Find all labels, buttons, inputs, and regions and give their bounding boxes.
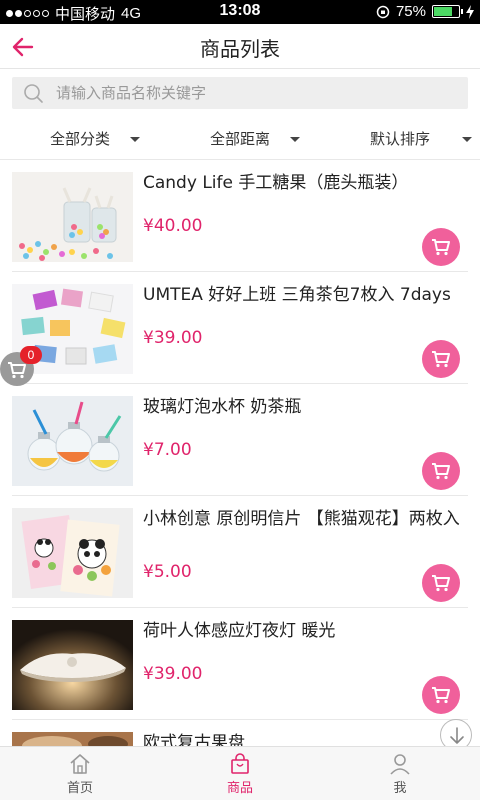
battery-percent: 75% (395, 3, 426, 20)
status-bar: 中国移动 4G 13:08 75% (0, 0, 480, 24)
product-price: ¥40.00 (143, 216, 203, 236)
home-icon (70, 754, 90, 774)
cart-icon (432, 239, 450, 256)
cart-icon (432, 351, 450, 368)
cart-icon (432, 687, 450, 704)
product-image-candy-jars (12, 172, 133, 262)
search-icon (24, 84, 43, 103)
product-item[interactable]: 小林创意 原创明信片 【熊猫观花】两枚入 ¥5.00 (0, 496, 480, 608)
charging-bolt-icon (466, 4, 474, 19)
product-item[interactable]: Candy Life 手工糖果（鹿头瓶装） ¥40.00 (0, 160, 480, 272)
tab-products-label: 商品 (226, 781, 253, 796)
cart-icon (432, 463, 450, 480)
product-image-panda-postcards (12, 508, 133, 598)
distance-filter-label: 全部距离 (209, 130, 270, 148)
add-to-cart-button[interactable] (422, 228, 460, 266)
add-to-cart-button[interactable] (422, 452, 460, 490)
cart-icon (432, 575, 450, 592)
product-item[interactable]: 玻璃灯泡水杯 奶茶瓶 ¥7.00 (0, 384, 480, 496)
tab-me[interactable]: 我 (320, 747, 480, 800)
product-name: 玻璃灯泡水杯 奶茶瓶 (143, 397, 302, 417)
product-name: 小林创意 原创明信片 【熊猫观花】两枚入 (143, 509, 460, 529)
product-image-bulb-cups (12, 396, 133, 486)
filter-bar: 全部分类 全部距离 默认排序 (0, 118, 480, 160)
search-bar[interactable] (12, 77, 468, 109)
shopping-bag-icon (231, 753, 249, 774)
product-item[interactable]: 荷叶人体感应灯夜灯 暖光 ¥39.00 (0, 608, 480, 720)
sort-filter[interactable]: 默认排序 (320, 118, 480, 159)
dropdown-caret-icon (290, 137, 300, 142)
product-price: ¥5.00 (143, 562, 192, 582)
dropdown-caret-icon (462, 137, 472, 142)
product-name: Candy Life 手工糖果（鹿头瓶装） (143, 173, 409, 193)
product-name: 荷叶人体感应灯夜灯 暖光 (143, 621, 336, 641)
user-icon (390, 754, 410, 775)
add-to-cart-button[interactable] (422, 564, 460, 602)
cart-count-badge: 0 (20, 346, 42, 364)
product-price: ¥39.00 (143, 664, 203, 684)
search-input[interactable] (56, 81, 456, 105)
product-name: 欧式复古果盘 (143, 733, 245, 746)
product-item[interactable]: UMTEA 好好上班 三角茶包7枚入 7days ¥39.00 (0, 272, 480, 384)
tab-products[interactable]: 商品 (160, 747, 320, 800)
battery-icon (432, 5, 463, 18)
product-price: ¥7.00 (143, 440, 192, 460)
add-to-cart-button[interactable] (422, 340, 460, 378)
product-price: ¥39.00 (143, 328, 203, 348)
dropdown-caret-icon (130, 137, 140, 142)
product-image-fruit-plate (12, 732, 133, 746)
rotation-lock-icon (376, 5, 390, 18)
distance-filter[interactable]: 全部距离 (160, 118, 320, 159)
tab-me-label: 我 (393, 781, 407, 796)
tab-home[interactable]: 首页 (0, 747, 160, 800)
category-filter-label: 全部分类 (49, 130, 110, 148)
sort-filter-label: 默认排序 (369, 130, 430, 148)
product-item[interactable]: 欧式复古果盘 (0, 720, 480, 746)
product-name: UMTEA 好好上班 三角茶包7枚入 7days (143, 285, 451, 305)
tab-home-label: 首页 (66, 781, 93, 796)
nav-header: 商品列表 (0, 24, 480, 69)
page-title: 商品列表 (200, 37, 280, 61)
status-right: 75% (376, 3, 474, 20)
add-to-cart-button[interactable] (422, 676, 460, 714)
category-filter[interactable]: 全部分类 (0, 118, 160, 159)
product-list[interactable]: Candy Life 手工糖果（鹿头瓶装） ¥40.00 UMTEA 好好上班 … (0, 160, 480, 746)
bottom-tab-bar: 首页 商品 我 (0, 746, 480, 800)
product-image-night-lamp (12, 620, 133, 710)
